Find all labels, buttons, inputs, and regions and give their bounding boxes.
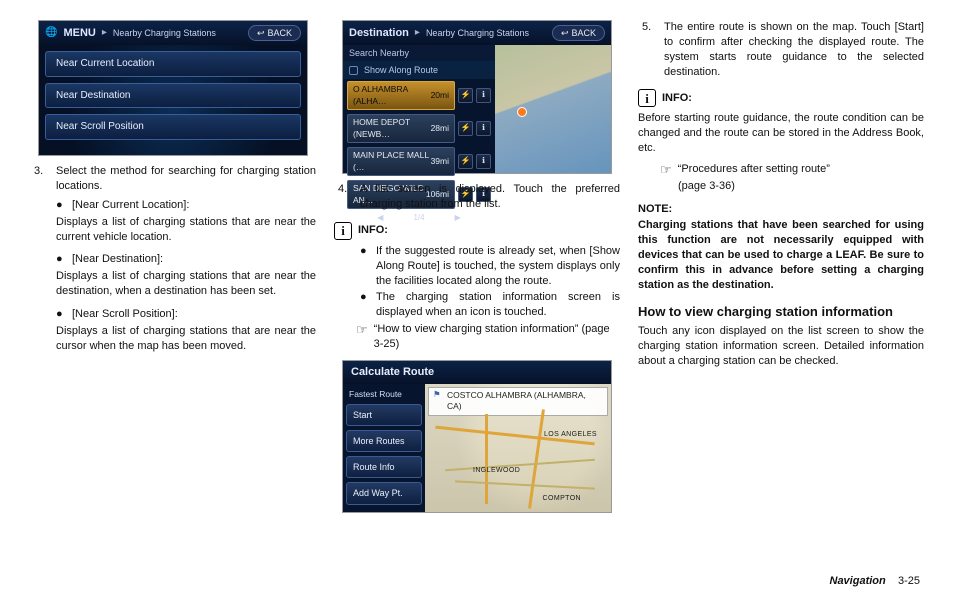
info-bullet-1: ●If the suggested route is already set, … [360,244,620,289]
info-label: INFO: [662,91,692,106]
charging-station-row[interactable]: MAIN PLACE MALL (… 39mi [347,147,455,176]
station-distance: 28mi [431,123,449,134]
step-number: 5. [642,20,656,79]
step-text: The entire route is shown on the map. To… [664,20,924,79]
dest-titlebar: Destination ▸ Nearby Charging Stations ↩… [343,21,611,45]
page-indicator: 1/4 [413,213,424,224]
bullet-near-destination-label: ●[Near Destination]: [56,252,316,267]
show-along-label: Show Along Route [364,64,438,76]
menu-row-near-destination[interactable]: Near Destination [45,83,301,109]
bullet-near-scroll-label: ●[Near Scroll Position]: [56,307,316,322]
plug-icon[interactable]: ⚡ [458,88,473,103]
plug-icon[interactable]: ⚡ [458,154,473,169]
cross-reference: ☞ “How to view charging station informat… [356,322,620,352]
menu-row-near-current[interactable]: Near Current Location [45,51,301,77]
route-info-button[interactable]: Route Info [346,456,422,478]
info-label: INFO: [358,223,388,238]
screenshot-menu: 🌐 MENU ▸ Nearby Charging Stations ↩ BACK… [38,20,308,156]
info-icon[interactable]: ℹ [476,88,491,103]
city-label-compton: COMPTON [543,494,581,503]
charging-station-row[interactable]: O ALHAMBRA (ALHA… 20mi [347,81,455,110]
list-item: O ALHAMBRA (ALHA… 20mi ⚡ ℹ [343,79,495,112]
step-number: 3. [34,164,48,194]
reference-page: (page 3-36) [678,179,924,194]
back-arrow-icon: ↩ [561,27,569,39]
station-name: HOME DEPOT (NEWB… [353,117,431,140]
menu-row-near-scroll[interactable]: Near Scroll Position [45,114,301,140]
back-label: BACK [571,27,596,39]
note-label: NOTE: [638,202,924,217]
breadcrumb-sep: ▸ [415,26,420,40]
checkbox-icon [349,66,358,75]
map-preview [495,45,611,173]
reference-icon: ☞ [356,323,368,353]
route-map: COSTCO ALHAMBRA (ALHAMBRA, CA) LOS ANGEL… [425,384,611,512]
bullet-near-scroll-body: Displays a list of charging stations tha… [56,324,316,354]
step-text: Select the method for searching for char… [56,164,316,194]
reference-text: “How to view charging station informatio… [374,322,620,352]
bullet-near-current-body: Displays a list of charging stations tha… [56,215,316,245]
back-arrow-icon: ↩ [257,27,265,39]
info-heading: i INFO: [638,89,924,107]
station-distance: 39mi [431,156,449,167]
reference-icon: ☞ [660,163,672,178]
fastest-route-label: Fastest Route [346,387,422,404]
info-box-icon: i [334,222,352,240]
info-icon[interactable]: ℹ [476,154,491,169]
route-title: Calculate Route [343,361,611,384]
menu-subtitle: Nearby Charging Stations [113,27,216,39]
reference-text: “Procedures after setting route” [678,162,830,177]
bullet-near-current-label: ●[Near Current Location]: [56,198,316,213]
footer-section: Navigation [830,575,886,587]
charging-station-row[interactable]: HOME DEPOT (NEWB… 28mi [347,114,455,143]
step-4: 4. A list screen is displayed. Touch the… [338,182,620,212]
info-icon[interactable]: ℹ [476,121,491,136]
city-label-inglewood: INGLEWOOD [473,466,520,475]
back-button[interactable]: ↩ BACK [552,25,605,41]
add-waypoint-button[interactable]: Add Way Pt. [346,482,422,504]
info-box-icon: i [638,89,656,107]
menu-title: MENU [63,26,95,41]
menu-titlebar: 🌐 MENU ▸ Nearby Charging Stations ↩ BACK [39,21,307,45]
footer-page: 3-25 [898,575,920,587]
station-name: MAIN PLACE MALL (… [353,150,431,173]
breadcrumb-sep: ▸ [102,26,107,40]
info-body: Before starting route guidance, the rout… [638,111,924,156]
section-body: Touch any icon displayed on the list scr… [638,324,924,369]
start-button[interactable]: Start [346,404,422,426]
dest-title: Destination [349,26,409,41]
show-along-route-toggle[interactable]: Show Along Route [343,61,495,79]
city-label-la: LOS ANGELES [544,430,597,439]
cross-reference: ☞ “Procedures after setting route” [660,162,924,177]
step-5: 5. The entire route is shown on the map.… [642,20,924,79]
station-name: O ALHAMBRA (ALHA… [353,84,431,107]
info-bullet-2: ●The charging station information screen… [360,290,620,320]
list-item: HOME DEPOT (NEWB… 28mi ⚡ ℹ [343,112,495,145]
search-nearby-label: Search Nearby [343,45,495,61]
back-button[interactable]: ↩ BACK [248,25,301,41]
step-text: A list screen is displayed. Touch the pr… [360,182,620,212]
page-prev-icon[interactable]: ◀ [377,213,383,224]
step-number: 4. [338,182,352,212]
note-body: Charging stations that have been searche… [638,218,924,292]
bullet-near-destination-body: Displays a list of charging stations tha… [56,269,316,299]
step-3: 3. Select the method for searching for c… [34,164,316,194]
globe-icon: 🌐 [45,26,57,40]
list-item: MAIN PLACE MALL (… 39mi ⚡ ℹ [343,145,495,178]
dest-subtitle: Nearby Charging Stations [426,27,529,39]
station-distance: 20mi [431,90,449,101]
page-next-icon[interactable]: ▶ [455,213,461,224]
more-routes-button[interactable]: More Routes [346,430,422,452]
plug-icon[interactable]: ⚡ [458,121,473,136]
section-heading: How to view charging station information [638,303,924,321]
screenshot-destination: Destination ▸ Nearby Charging Stations ↩… [342,20,612,174]
page-footer: Navigation 3-25 [830,574,921,589]
back-label: BACK [267,27,292,39]
screenshot-calculate-route: Calculate Route Fastest Route Start More… [342,360,612,513]
